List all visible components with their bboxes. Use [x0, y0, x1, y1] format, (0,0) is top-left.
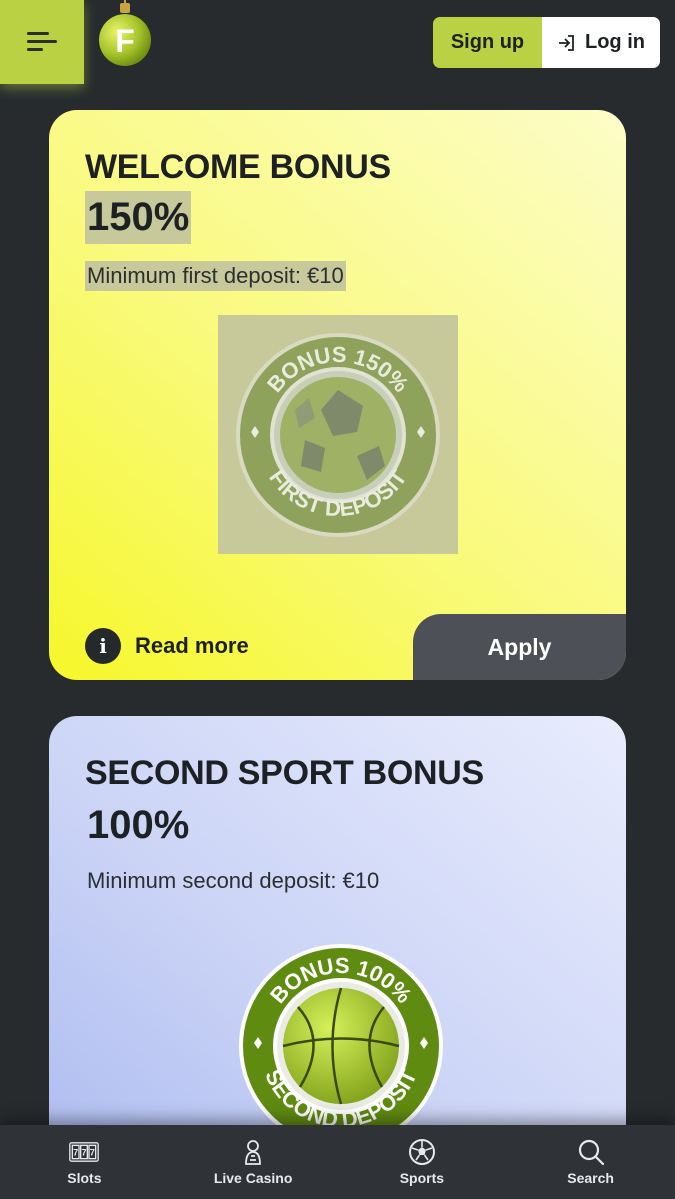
nav-slots-label: Slots — [67, 1170, 102, 1186]
bonus-badge-image: BONUS 150% FIRST DEPOSIT — [218, 315, 458, 554]
bonus-title: WELCOME BONUS — [85, 148, 391, 186]
nav-live-casino[interactable]: Live Casino — [169, 1125, 338, 1199]
slots-icon: 7 7 7 — [69, 1142, 100, 1162]
bottom-nav: 7 7 7 Slots Live Casino Sports Search — [0, 1125, 675, 1199]
bonus-title: SECOND SPORT BONUS — [85, 754, 484, 792]
basketball-badge-icon: BONUS 100% SECOND DEPOSIT — [239, 944, 443, 1148]
login-icon — [559, 34, 574, 51]
bonus-card-welcome: WELCOME BONUS 150% Minimum first deposit… — [49, 110, 626, 680]
nav-search[interactable]: Search — [506, 1125, 675, 1199]
read-more-link[interactable]: i Read more — [85, 628, 249, 664]
info-icon: i — [85, 628, 121, 664]
auth-buttons: Sign up Log in — [433, 17, 660, 68]
bonus-percent: 150% — [85, 191, 192, 244]
nav-slots[interactable]: 7 7 7 Slots — [0, 1125, 169, 1199]
login-button[interactable]: Log in — [542, 17, 660, 68]
menu-button[interactable] — [0, 0, 84, 84]
svg-text:7: 7 — [73, 1147, 78, 1157]
sports-ball-icon — [408, 1139, 435, 1165]
svg-text:7: 7 — [90, 1147, 95, 1157]
read-more-label: Read more — [135, 633, 249, 658]
football-badge-icon: BONUS 150% FIRST DEPOSIT — [236, 332, 440, 537]
search-icon — [578, 1139, 604, 1166]
nav-live-casino-label: Live Casino — [213, 1170, 293, 1186]
nav-search-label: Search — [567, 1170, 614, 1186]
logo[interactable]: F — [97, 0, 153, 70]
svg-text:7: 7 — [82, 1147, 87, 1157]
live-casino-icon — [245, 1140, 262, 1165]
bonus-min-deposit: Minimum second deposit: €10 — [87, 868, 380, 893]
hamburger-icon — [27, 32, 57, 52]
bonus-percent: 100% — [87, 803, 190, 847]
svg-text:F: F — [115, 23, 135, 59]
login-label: Log in — [585, 31, 645, 53]
bonus-min-deposit: Minimum first deposit: €10 — [85, 261, 346, 291]
apply-button[interactable]: Apply — [413, 614, 626, 680]
nav-sports[interactable]: Sports — [338, 1125, 507, 1199]
signup-button[interactable]: Sign up — [433, 17, 542, 68]
nav-sports-label: Sports — [399, 1170, 445, 1186]
